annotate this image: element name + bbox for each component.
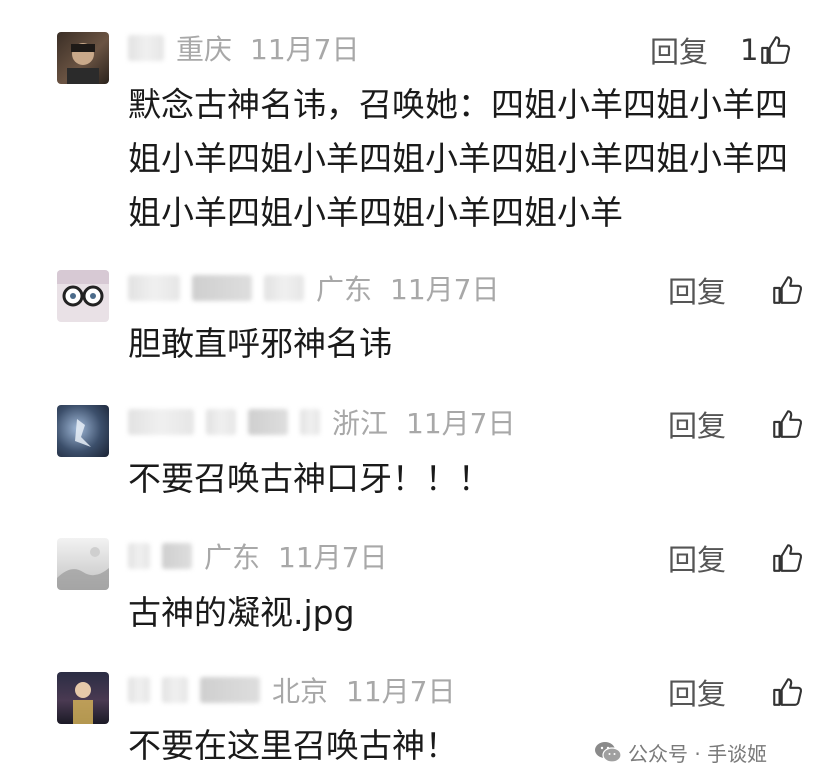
blurred-username xyxy=(300,409,320,435)
watermark-text: 公众号 · 手谈姬 xyxy=(628,741,768,766)
like-count: 1 xyxy=(740,33,759,67)
comment-text: 不要在这里召唤古神！ xyxy=(128,726,458,765)
comment-meta: 广东 11月7日 xyxy=(128,268,499,308)
blurred-username xyxy=(128,35,164,61)
avatar[interactable] xyxy=(57,270,109,322)
comment-date: 11月7日 xyxy=(346,675,456,708)
like-button[interactable]: 1 xyxy=(740,30,792,70)
blurred-username xyxy=(128,677,150,703)
watermark: 公众号 · 手谈姬 xyxy=(594,736,767,768)
thumbs-up-icon xyxy=(761,36,791,64)
reply-button[interactable]: 回复 xyxy=(650,30,708,70)
comment-region: 广东 xyxy=(316,273,373,306)
avatar[interactable] xyxy=(57,405,109,457)
thumbs-up-icon xyxy=(773,276,803,304)
comment-meta: 广东 11月7日 xyxy=(128,536,387,576)
blurred-username xyxy=(192,275,252,301)
blurred-username xyxy=(264,275,304,301)
like-button[interactable] xyxy=(770,404,804,444)
reply-button[interactable]: 回复 xyxy=(668,270,726,310)
reply-button[interactable]: 回复 xyxy=(668,404,726,444)
wechat-icon xyxy=(595,742,622,763)
comment-region: 北京 xyxy=(272,675,329,708)
comment-text: 默念古神名讳，召唤她：四姐小羊四姐小羊四姐小羊四姐小羊四姐小羊四姐小羊四姐小羊四… xyxy=(128,85,788,232)
comment-date: 11月7日 xyxy=(278,541,388,574)
avatar[interactable] xyxy=(57,672,109,724)
comment-date: 11月7日 xyxy=(406,407,516,440)
like-button[interactable] xyxy=(770,672,804,712)
comment-region: 重庆 xyxy=(176,33,233,66)
like-button[interactable] xyxy=(770,270,804,310)
comment-region: 广东 xyxy=(204,541,261,574)
comment-date: 11月7日 xyxy=(250,33,360,66)
blurred-username xyxy=(128,409,194,435)
comment-text: 不要召唤古神口牙！！！ xyxy=(128,459,491,498)
blurred-username xyxy=(206,409,236,435)
blurred-username xyxy=(128,543,150,569)
comment-date: 11月7日 xyxy=(390,273,500,306)
comment-meta: 浙江 11月7日 xyxy=(128,402,515,442)
thumbs-up-icon xyxy=(773,678,803,706)
thumbs-up-icon xyxy=(773,410,803,438)
avatar[interactable] xyxy=(57,32,109,84)
blurred-username xyxy=(248,409,288,435)
reply-button[interactable]: 回复 xyxy=(668,672,726,712)
avatar[interactable] xyxy=(57,538,109,590)
blurred-username xyxy=(128,275,180,301)
blurred-username xyxy=(162,677,188,703)
comment-text: 古神的凝视.jpg xyxy=(128,593,355,632)
blurred-username xyxy=(162,543,192,569)
reply-button[interactable]: 回复 xyxy=(668,538,726,578)
thumbs-up-icon xyxy=(773,544,803,572)
comment-meta: 北京 11月7日 xyxy=(128,670,455,710)
blurred-username xyxy=(200,677,260,703)
like-button[interactable] xyxy=(770,538,804,578)
comment-text: 胆敢直呼邪神名讳 xyxy=(128,324,392,363)
comment-meta: 重庆 11月7日 xyxy=(128,28,359,68)
comment-region: 浙江 xyxy=(332,407,389,440)
